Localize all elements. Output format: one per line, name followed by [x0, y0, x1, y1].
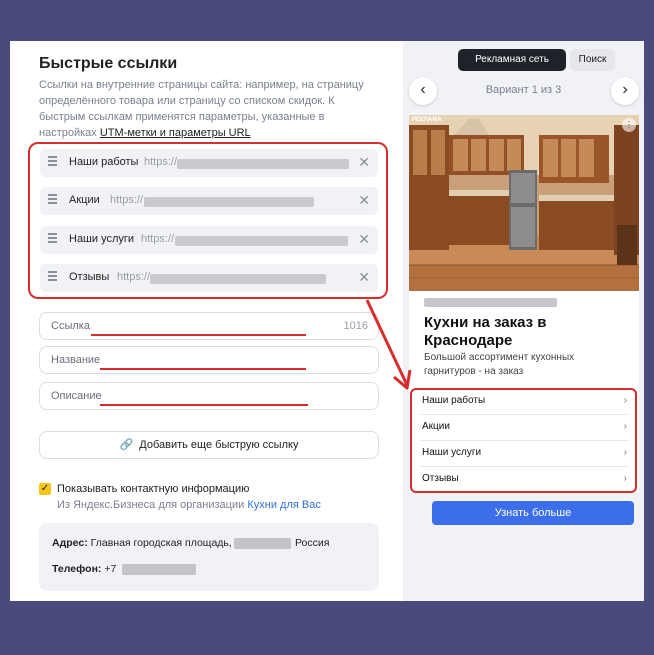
quick-link-url: https://: [141, 233, 175, 245]
redacted-domain: [424, 298, 557, 307]
tab-ad-network[interactable]: Рекламная сеть: [458, 49, 566, 71]
quick-link-url: https://: [110, 194, 144, 206]
redacted-phone: [122, 564, 196, 575]
organization-source: Из Яндекс.Бизнеса для организации Кухни …: [57, 499, 321, 511]
sitelink-item[interactable]: Отзывы ›: [422, 473, 627, 484]
chevron-right-icon: ›: [623, 421, 627, 432]
annotation-underline: [100, 368, 306, 370]
quick-link-row[interactable]: Наши услуги https:// ✕: [40, 226, 378, 254]
section-description: Ссылки на внутренние страницы сайта: нап…: [39, 77, 384, 141]
redacted-url: [175, 236, 348, 246]
link-placeholder: Ссылка: [51, 320, 90, 332]
sitelink-item[interactable]: Наши работы ›: [422, 395, 627, 406]
divider: [420, 414, 629, 415]
contact-card: Адрес: Главная городская площадь, Россия…: [39, 523, 379, 591]
sitelink-label: Наши услуги: [422, 447, 482, 458]
drag-handle-icon[interactable]: [48, 194, 57, 206]
quick-link-name: Наши работы: [69, 156, 139, 168]
chevron-right-icon[interactable]: ›: [611, 77, 639, 105]
quick-link-row[interactable]: Акции https:// ✕: [40, 187, 378, 215]
sitelink-label: Акции: [422, 421, 450, 432]
drag-handle-icon[interactable]: [48, 156, 57, 168]
ad-title[interactable]: Кухни на заказ в Краснодаре: [424, 314, 634, 350]
add-quick-link-button[interactable]: 🔗 Добавить еще быструю ссылку: [39, 431, 379, 459]
close-icon[interactable]: ✕: [358, 154, 370, 171]
utm-settings-link[interactable]: UTM-метки и параметры URL: [100, 127, 251, 139]
quick-link-url: https://: [117, 271, 151, 283]
quick-link-name: Акции: [69, 194, 100, 206]
phone-row: Телефон: +7: [52, 563, 116, 575]
address-label: Адрес:: [52, 537, 88, 549]
sitelink-label: Наши работы: [422, 395, 486, 406]
ad-label: РЕКЛАМА: [412, 117, 442, 123]
source-text: Из Яндекс.Бизнеса для организации: [57, 499, 245, 511]
annotation-underline: [91, 334, 306, 336]
tab-search[interactable]: Поиск: [570, 49, 615, 71]
quick-links-form: Быстрые ссылки Ссылки на внутренние стра…: [10, 41, 403, 601]
ad-preview-panel: Рекламная сеть Поиск ‹ Вариант 1 из 3 ›: [403, 41, 644, 601]
annotation-underline: [100, 404, 308, 406]
quick-link-name: Наши услуги: [69, 233, 135, 245]
close-icon[interactable]: ✕: [358, 231, 370, 248]
learn-more-button[interactable]: Узнать больше: [432, 501, 634, 525]
drag-handle-icon[interactable]: [48, 233, 57, 245]
address-value: Главная городская площадь,: [90, 537, 232, 549]
char-counter: 1016: [343, 320, 368, 332]
description-placeholder: Описание: [51, 390, 102, 402]
address-row: Адрес: Главная городская площадь,: [52, 537, 232, 549]
kitchen-photo: РЕКЛАМА ⋮: [409, 115, 639, 291]
name-placeholder: Название: [51, 354, 101, 366]
quick-link-row[interactable]: Отзывы https:// ✕: [40, 264, 378, 292]
sitelink-item[interactable]: Акции ›: [422, 421, 627, 432]
chevron-right-icon: ›: [623, 447, 627, 458]
close-icon[interactable]: ✕: [358, 192, 370, 209]
sitelinks-highlight: Наши работы › Акции › Наши услуги › Отзы…: [410, 388, 637, 493]
settings-frame: Быстрые ссылки Ссылки на внутренние стра…: [10, 41, 644, 601]
add-quick-link-label: Добавить еще быструю ссылку: [139, 439, 299, 451]
variant-counter: Вариант 1 из 3: [485, 84, 562, 96]
chevron-right-icon: ›: [623, 395, 627, 406]
redacted-url: [150, 274, 326, 284]
redacted-address: [234, 538, 291, 549]
ad-card[interactable]: РЕКЛАМА ⋮ Кухни на заказ в Краснодаре Бо…: [409, 115, 639, 493]
close-icon[interactable]: ✕: [358, 269, 370, 286]
sitelink-label: Отзывы: [422, 473, 459, 484]
show-contacts-checkbox[interactable]: ✓: [39, 483, 51, 495]
redacted-url: [177, 159, 349, 169]
phone-value: +7: [104, 563, 117, 575]
quick-link-row[interactable]: Наши работы https:// ✕: [40, 149, 378, 177]
chevron-right-icon: ›: [623, 473, 627, 484]
organization-link[interactable]: Кухни для Вас: [247, 499, 321, 511]
link-icon: 🔗: [119, 439, 134, 451]
phone-label: Телефон:: [52, 563, 102, 575]
address-country: Россия: [295, 537, 330, 549]
sitelink-item[interactable]: Наши услуги ›: [422, 447, 627, 458]
divider: [420, 440, 629, 441]
drag-handle-icon[interactable]: [48, 271, 57, 283]
quick-link-url: https://: [144, 156, 178, 168]
section-title: Быстрые ссылки: [39, 55, 178, 72]
show-contacts-label: Показывать контактную информацию: [57, 483, 250, 495]
redacted-url: [144, 197, 314, 207]
ad-description: Большой ассортимент кухонных гарнитуров …: [424, 352, 575, 377]
quick-link-name: Отзывы: [69, 271, 110, 283]
more-icon[interactable]: ⋮: [622, 118, 636, 132]
divider: [420, 466, 629, 467]
